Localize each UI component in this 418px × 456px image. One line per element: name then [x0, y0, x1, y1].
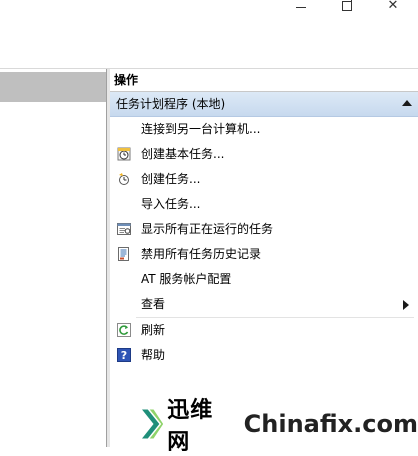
title-bar: ✕ — [0, 0, 418, 40]
minimize-button[interactable] — [292, 0, 310, 12]
action-label: AT 服务帐户配置 — [141, 272, 232, 286]
create-basic-task-icon — [117, 147, 131, 161]
action-label: 查看 — [141, 297, 166, 311]
running-tasks-icon — [117, 223, 131, 235]
action-label: 创建基本任务... — [141, 147, 225, 161]
watermark: 迅维网 Chinafix.com — [140, 398, 418, 455]
actions-group-task-scheduler[interactable]: 任务计划程序 (本地) — [110, 92, 418, 117]
close-button[interactable]: ✕ — [384, 0, 402, 12]
chinafix-logo-icon — [142, 409, 164, 438]
action-label: 连接到另一台计算机... — [141, 122, 261, 136]
watermark-site: Chinafix.com — [243, 409, 418, 438]
action-label: 导入任务... — [141, 197, 201, 211]
create-task-icon — [119, 173, 129, 185]
action-refresh[interactable]: 刷新 — [110, 318, 418, 343]
action-label: 帮助 — [141, 348, 166, 362]
action-label: 禁用所有任务历史记录 — [141, 247, 262, 261]
watermark-brand: 迅维网 — [167, 397, 214, 455]
maximize-icon — [342, 0, 352, 11]
action-label: 刷新 — [141, 323, 166, 337]
action-import-task[interactable]: 导入任务... — [110, 192, 418, 217]
action-at-service-account[interactable]: AT 服务帐户配置 — [110, 267, 418, 292]
actions-group-label: 任务计划程序 (本地) — [116, 97, 226, 111]
action-disable-task-history[interactable]: 禁用所有任务历史记录 — [110, 242, 418, 267]
action-help[interactable]: ? 帮助 — [110, 343, 418, 368]
selected-tree-node[interactable] — [0, 72, 106, 102]
maximize-button[interactable] — [338, 0, 356, 12]
action-show-running-tasks[interactable]: 显示所有正在运行的任务 — [110, 217, 418, 242]
help-icon: ? — [117, 348, 131, 362]
action-create-task[interactable]: 创建任务... — [110, 167, 418, 192]
action-create-basic-task[interactable]: 创建基本任务... — [110, 142, 418, 167]
svg-text:?: ? — [121, 349, 127, 362]
console-tree-pane — [0, 69, 106, 447]
actions-header: 操作 — [110, 69, 418, 92]
action-label: 创建任务... — [141, 172, 201, 186]
menu-bar — [0, 40, 418, 69]
refresh-icon — [117, 323, 131, 337]
action-connect-computer[interactable]: 连接到另一台计算机... — [110, 117, 418, 142]
action-view[interactable]: 查看 — [110, 292, 418, 317]
submenu-arrow-icon — [403, 300, 409, 310]
action-label: 显示所有正在运行的任务 — [141, 222, 274, 236]
task-history-icon — [118, 247, 129, 261]
collapse-arrow-icon[interactable] — [402, 100, 412, 106]
actions-pane: 操作 任务计划程序 (本地) 连接到另一台计算机... 创建基本任务... 创建… — [110, 69, 418, 447]
